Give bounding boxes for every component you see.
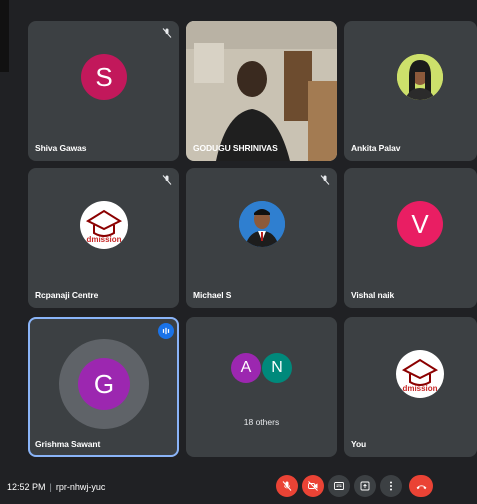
tile-ankita-palav[interactable]: Ankita Palav <box>344 21 477 161</box>
audio-level-icon <box>158 323 174 339</box>
participant-name: Michael S <box>193 290 232 300</box>
mic-off-icon <box>282 481 292 491</box>
others-count: 18 others <box>243 417 280 427</box>
camera-toggle-button[interactable] <box>302 475 324 497</box>
participant-name: Shiva Gawas <box>35 143 87 153</box>
logo-text: dmission <box>402 384 438 393</box>
leave-call-button[interactable] <box>409 475 433 497</box>
mic-off-icon <box>162 175 172 185</box>
leave-call-icon <box>416 484 426 489</box>
logo-text: dmission <box>86 235 122 244</box>
tile-grishma-sawant[interactable]: G Grishma Sawant <box>28 317 179 457</box>
more-options-icon <box>390 481 392 491</box>
participant-name: You <box>351 439 367 449</box>
participant-name: GODUGU SHRINIVAS <box>193 143 278 153</box>
participant-name: Vishal naik <box>351 290 395 300</box>
captions-button[interactable] <box>328 475 350 497</box>
avatar-initial: A <box>240 359 252 376</box>
mic-off-icon <box>320 175 330 185</box>
bottom-bar: 12:52 PM | rpr-nhwj-yuc <box>0 468 477 504</box>
profile-photo <box>239 201 285 247</box>
participant-name: Ankita Palav <box>351 143 401 153</box>
tile-others[interactable]: A N 18 others <box>186 317 337 457</box>
tile-godugu-shrinivas[interactable]: GODUGU SHRINIVAS <box>186 21 337 161</box>
profile-photo <box>397 54 443 100</box>
logo-avatar: dmission <box>396 350 444 398</box>
tile-shiva-gawas[interactable]: S Shiva Gawas <box>28 21 179 161</box>
left-edge-strip <box>0 0 9 72</box>
mic-toggle-button[interactable] <box>276 475 298 497</box>
avatar: V <box>397 201 443 247</box>
avatar-a: A <box>231 353 261 383</box>
tile-michael-s[interactable]: Michael S <box>186 168 337 308</box>
mic-off-icon <box>162 28 172 38</box>
avatar-initial: V <box>411 208 429 239</box>
tile-rcpanaji-centre[interactable]: dmission Rcpanaji Centre <box>28 168 179 308</box>
participant-name: Rcpanaji Centre <box>35 290 99 300</box>
avatar: S <box>81 54 127 100</box>
participant-name: Grishma Sawant <box>35 439 101 449</box>
avatar-initial: G <box>93 368 115 399</box>
camera-off-icon <box>308 481 318 491</box>
more-options-button[interactable] <box>380 475 402 497</box>
meeting-info: 12:52 PM | rpr-nhwj-yuc <box>7 482 105 492</box>
avatar-n: N <box>262 353 292 383</box>
logo-avatar: dmission <box>80 201 128 249</box>
separator: | <box>49 482 52 492</box>
tile-vishal-naik[interactable]: V Vishal naik <box>344 168 477 308</box>
captions-icon <box>334 482 344 490</box>
avatar: G <box>78 358 130 410</box>
participant-video <box>186 21 337 161</box>
avatar-initial: N <box>271 359 283 376</box>
present-button[interactable] <box>354 475 376 497</box>
tile-you[interactable]: dmission You <box>344 317 477 457</box>
avatar-initial: S <box>95 61 113 92</box>
present-icon <box>360 481 370 491</box>
clock-time: 12:52 PM <box>7 482 46 492</box>
meeting-code[interactable]: rpr-nhwj-yuc <box>56 482 106 492</box>
